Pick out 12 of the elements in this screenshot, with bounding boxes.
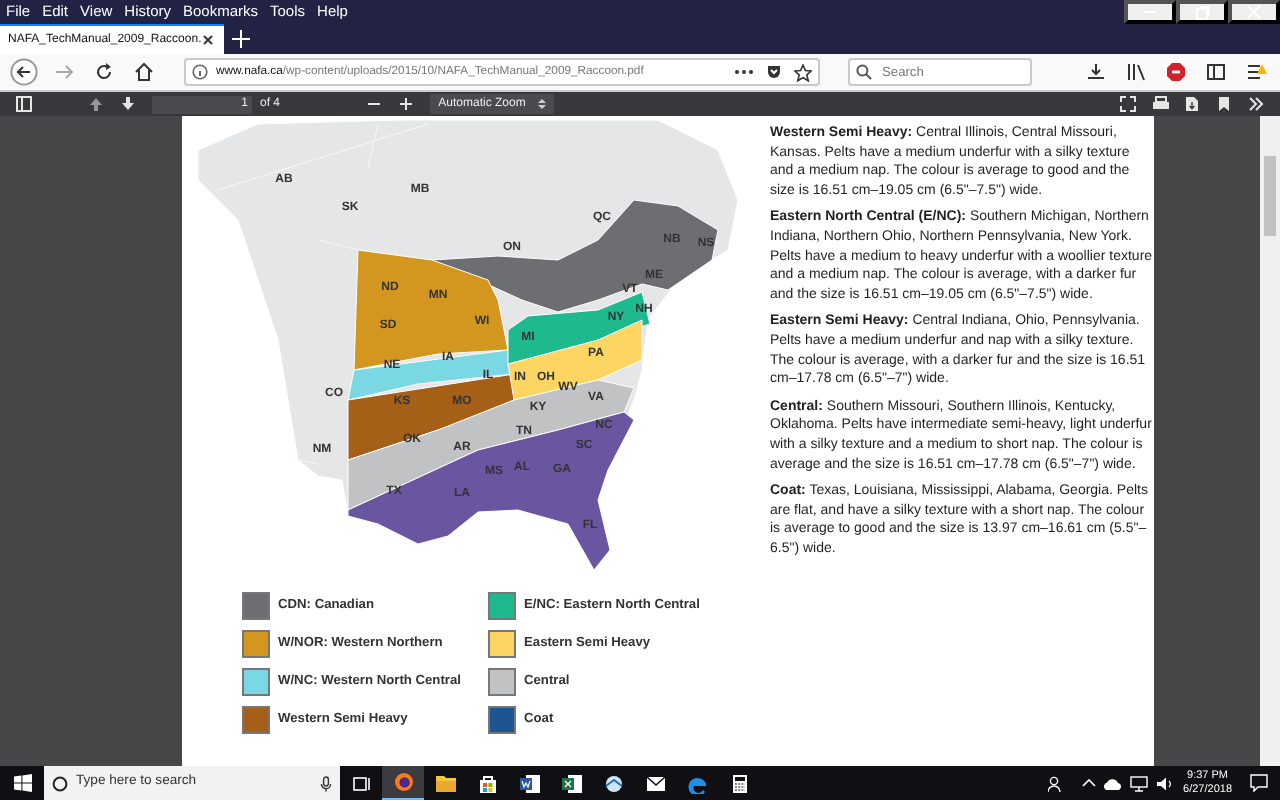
info-icon[interactable] bbox=[192, 64, 208, 80]
close-icon[interactable] bbox=[1228, 0, 1280, 24]
scrollbar[interactable] bbox=[1260, 116, 1280, 766]
close-icon[interactable] bbox=[201, 32, 216, 48]
browser-icon[interactable] bbox=[382, 766, 424, 800]
search-icon bbox=[52, 775, 68, 791]
minimize-icon[interactable] bbox=[1124, 0, 1176, 24]
back-icon[interactable] bbox=[8, 56, 40, 88]
dropdown-caret-icon bbox=[537, 98, 546, 110]
microphone-icon[interactable] bbox=[320, 775, 332, 791]
restore-icon[interactable] bbox=[1176, 0, 1228, 24]
search-icon bbox=[856, 64, 872, 80]
